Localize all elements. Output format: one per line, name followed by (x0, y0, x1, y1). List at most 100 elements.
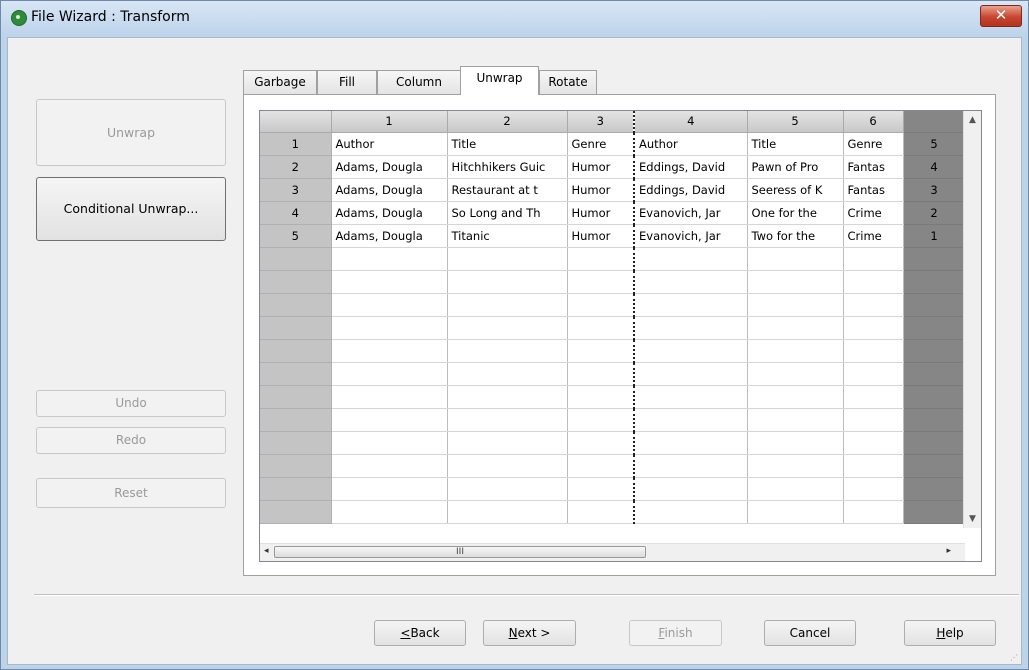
table-cell[interactable] (747, 431, 844, 455)
row-header[interactable] (260, 408, 332, 432)
row-header[interactable] (260, 477, 332, 501)
table-cell[interactable] (567, 247, 635, 271)
table-cell[interactable] (567, 408, 635, 432)
table-cell[interactable]: Author (331, 132, 448, 156)
table-cell[interactable]: Eddings, David (633, 155, 748, 179)
table-cell[interactable]: Evanovich, Jar (633, 224, 748, 248)
tab-garbage[interactable]: Garbage (243, 70, 317, 94)
table-cell[interactable] (567, 454, 635, 478)
table-cell[interactable] (331, 454, 448, 478)
table-cell[interactable]: Humor (567, 201, 635, 225)
table-cell[interactable]: Seeress of K (747, 178, 844, 202)
table-cell[interactable] (447, 293, 568, 317)
table-cell[interactable]: Fantas (843, 178, 904, 202)
table-cell[interactable] (331, 385, 448, 409)
table-cell[interactable] (567, 339, 635, 363)
row-header[interactable] (260, 247, 332, 271)
table-cell[interactable]: Crime (843, 201, 904, 225)
row-header[interactable] (260, 316, 332, 340)
table-cell[interactable]: So Long and Th (447, 201, 568, 225)
table-cell[interactable] (843, 477, 904, 501)
table-cell[interactable] (633, 247, 748, 271)
table-cell[interactable] (747, 500, 844, 524)
table-cell[interactable] (331, 293, 448, 317)
tab-unwrap[interactable]: Unwrap (460, 66, 539, 95)
help-button[interactable]: Help (904, 620, 996, 646)
vertical-scrollbar[interactable]: ▲ ▼ (963, 111, 981, 528)
column-header[interactable]: 5 (747, 111, 844, 133)
row-header[interactable] (260, 454, 332, 478)
table-cell[interactable] (843, 454, 904, 478)
redo-button[interactable]: Redo (36, 427, 226, 454)
table-cell[interactable] (567, 270, 635, 294)
table-cell[interactable] (633, 270, 748, 294)
table-cell[interactable] (567, 477, 635, 501)
table-cell[interactable]: Adams, Dougla (331, 178, 448, 202)
table-cell[interactable] (843, 500, 904, 524)
table-cell[interactable] (447, 454, 568, 478)
tab-fill[interactable]: Fill (317, 70, 377, 94)
table-cell[interactable]: Title (447, 132, 568, 156)
row-header[interactable]: 1 (260, 132, 332, 156)
table-cell[interactable] (747, 247, 844, 271)
table-cell[interactable]: Author (633, 132, 748, 156)
tab-column[interactable]: Column (377, 70, 461, 94)
table-cell[interactable]: Pawn of Pro (747, 155, 844, 179)
table-cell[interactable] (633, 316, 748, 340)
table-cell[interactable] (447, 500, 568, 524)
table-cell[interactable] (633, 500, 748, 524)
table-cell[interactable] (447, 408, 568, 432)
table-cell[interactable] (633, 339, 748, 363)
table-cell[interactable] (447, 247, 568, 271)
row-header[interactable] (260, 270, 332, 294)
table-cell[interactable] (633, 293, 748, 317)
next-button[interactable]: Next > (483, 620, 576, 646)
table-cell[interactable] (331, 247, 448, 271)
horizontal-scroll-thumb[interactable]: III (274, 546, 646, 558)
unwrap-button[interactable]: Unwrap (36, 99, 226, 166)
column-header[interactable]: 3 (567, 111, 635, 133)
row-header[interactable] (260, 362, 332, 386)
table-cell[interactable] (567, 362, 635, 386)
table-cell[interactable] (843, 316, 904, 340)
table-cell[interactable] (447, 316, 568, 340)
table-cell[interactable] (843, 293, 904, 317)
column-header[interactable]: 6 (843, 111, 904, 133)
table-cell[interactable] (331, 362, 448, 386)
table-cell[interactable] (567, 293, 635, 317)
table-cell[interactable] (747, 454, 844, 478)
table-cell[interactable] (747, 385, 844, 409)
table-cell[interactable] (747, 316, 844, 340)
scroll-right-icon[interactable]: ▸ (946, 546, 951, 556)
close-button[interactable]: ✕ (980, 5, 1022, 27)
table-cell[interactable] (633, 362, 748, 386)
table-cell[interactable] (747, 408, 844, 432)
table-cell[interactable]: Crime (843, 224, 904, 248)
table-cell[interactable] (633, 454, 748, 478)
table-cell[interactable] (447, 362, 568, 386)
table-cell[interactable] (633, 477, 748, 501)
row-header[interactable]: 3 (260, 178, 332, 202)
table-cell[interactable] (331, 477, 448, 501)
table-cell[interactable] (747, 293, 844, 317)
reset-button[interactable]: Reset (36, 478, 226, 508)
table-cell[interactable] (747, 339, 844, 363)
table-cell[interactable] (843, 385, 904, 409)
table-cell[interactable] (331, 270, 448, 294)
resize-grip-icon[interactable]: ⋰ (1010, 653, 1018, 662)
table-cell[interactable] (567, 431, 635, 455)
table-cell[interactable] (331, 431, 448, 455)
table-cell[interactable] (747, 270, 844, 294)
table-cell[interactable]: Humor (567, 178, 635, 202)
table-cell[interactable] (447, 339, 568, 363)
row-header[interactable]: 4 (260, 201, 332, 225)
table-cell[interactable] (447, 270, 568, 294)
table-cell[interactable]: Restaurant at t (447, 178, 568, 202)
table-cell[interactable] (633, 385, 748, 409)
column-header[interactable]: 4 (633, 111, 748, 133)
data-grid[interactable]: 1 2 3 4 5 6 1 Author Title Genre Author Title… (259, 110, 982, 562)
row-header[interactable] (260, 339, 332, 363)
conditional-unwrap-button[interactable]: Conditional Unwrap... (36, 177, 226, 241)
table-cell[interactable] (633, 431, 748, 455)
table-cell[interactable]: Fantas (843, 155, 904, 179)
